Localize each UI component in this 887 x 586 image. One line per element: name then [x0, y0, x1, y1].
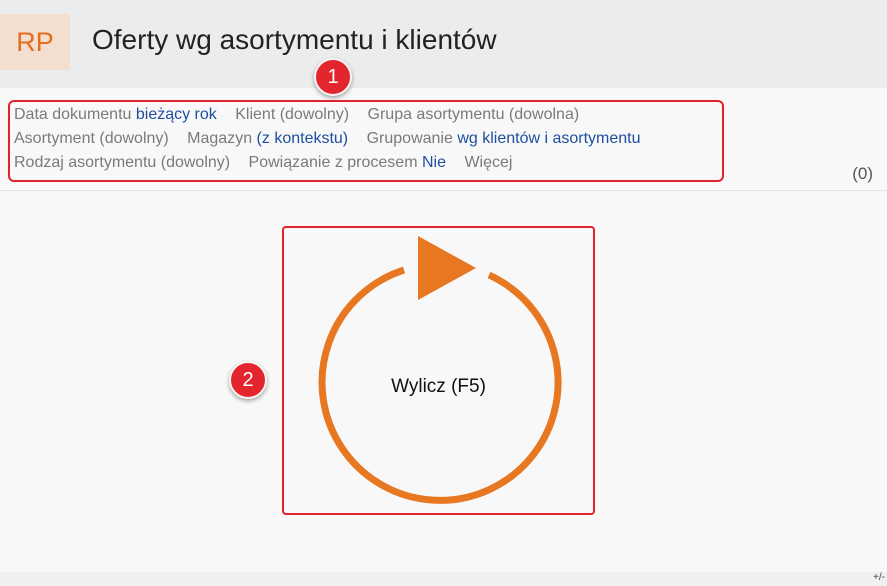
filters-highlight-box	[8, 100, 724, 182]
page-title: Oferty wg asortymentu i klientów	[92, 24, 497, 55]
calculate-label: Wylicz (F5)	[391, 376, 486, 397]
result-count: (0)	[852, 164, 873, 183]
footer-toggle[interactable]: +/-	[873, 572, 885, 583]
footer-bar	[0, 572, 887, 586]
app-badge: RP	[0, 14, 70, 70]
refresh-icon	[318, 236, 562, 504]
callout-1: 1	[314, 58, 352, 96]
calculate-button[interactable]: Wylicz (F5)	[282, 226, 595, 515]
callout-2: 2	[229, 361, 267, 399]
header: RP Oferty wg asortymentu i klientów	[0, 0, 887, 88]
